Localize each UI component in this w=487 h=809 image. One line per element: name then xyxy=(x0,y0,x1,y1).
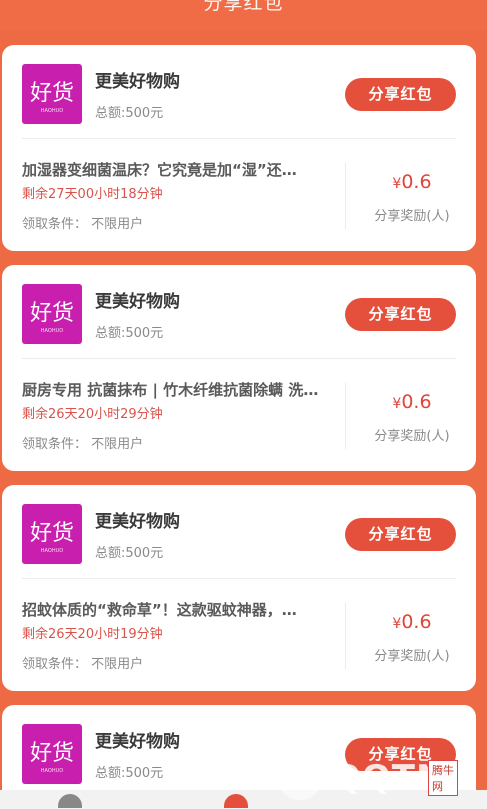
divider xyxy=(22,138,456,139)
time-remaining: 剩余27天00小时18分钟 xyxy=(22,187,163,202)
shop-name: 更美好物购 xyxy=(95,292,180,312)
currency-symbol: ¥ xyxy=(392,176,402,192)
reward-value: 0.6 xyxy=(401,611,432,633)
watermark-logo-icon xyxy=(278,756,322,800)
time-remaining: 剩余26天20小时19分钟 xyxy=(22,627,163,642)
reward-amount: ¥0.6 xyxy=(347,611,477,633)
reward-label: 分享奖励(人) xyxy=(374,209,450,224)
shop-name: 更美好物购 xyxy=(95,72,180,92)
total-amount: 总额:500元 xyxy=(95,326,164,341)
red-packet-card[interactable]: 好货 HAOHUO 更美好物购 总额:500元 分享红包 加湿器变细菌温床？它究… xyxy=(2,45,476,251)
claim-condition: 领取条件： 不限用户 xyxy=(22,437,144,452)
logo-subtext: HAOHUO xyxy=(41,548,63,554)
total-amount: 总额:500元 xyxy=(95,766,164,781)
shop-name: 更美好物购 xyxy=(95,512,180,532)
logo-text: 好货 xyxy=(30,301,74,326)
shop-logo: 好货 HAOHUO xyxy=(22,64,82,124)
reward-label: 分享奖励(人) xyxy=(374,649,450,664)
header-bar: 分享红包 xyxy=(0,0,487,30)
logo-text: 好货 xyxy=(30,741,74,766)
currency-symbol: ¥ xyxy=(392,616,402,632)
claim-condition: 领取条件： 不限用户 xyxy=(22,657,144,672)
claim-condition: 领取条件： 不限用户 xyxy=(22,217,144,232)
divider xyxy=(22,578,456,579)
watermark-badge: 腾牛网 xyxy=(428,760,458,796)
currency-symbol: ¥ xyxy=(392,396,402,412)
vertical-divider xyxy=(345,163,346,229)
time-remaining: 剩余26天20小时29分钟 xyxy=(22,407,163,422)
total-amount: 总额:500元 xyxy=(95,106,164,121)
shop-logo: 好货 HAOHUO xyxy=(22,724,82,784)
reward-amount: ¥0.6 xyxy=(347,391,477,413)
vertical-divider xyxy=(345,603,346,669)
article-title[interactable]: 加湿器变细菌温床？它究竟是加“湿”还… xyxy=(22,159,340,180)
shop-name: 更美好物购 xyxy=(95,732,180,752)
tab-icon-redpacket[interactable] xyxy=(224,794,248,808)
logo-subtext: HAOHUO xyxy=(41,768,63,774)
share-red-packet-button[interactable]: 分享红包 xyxy=(345,298,456,331)
logo-text: 好货 xyxy=(30,81,74,106)
share-red-packet-button[interactable]: 分享红包 xyxy=(345,78,456,111)
vertical-divider xyxy=(345,383,346,449)
logo-text: 好货 xyxy=(30,521,74,546)
shop-logo: 好货 HAOHUO xyxy=(22,284,82,344)
tab-icon-home[interactable] xyxy=(58,794,82,808)
reward-value: 0.6 xyxy=(401,171,432,193)
logo-subtext: HAOHUO xyxy=(41,108,63,114)
article-title[interactable]: 厨房专用 抗菌抹布 | 竹木纤维抗菌除螨 洗… xyxy=(22,379,340,400)
shop-logo: 好货 HAOHUO xyxy=(22,504,82,564)
logo-subtext: HAOHUO xyxy=(41,328,63,334)
divider xyxy=(22,358,456,359)
red-packet-card[interactable]: 好货 HAOHUO 更美好物购 总额:500元 分享红包 招蚊体质的“救命草”！… xyxy=(2,485,476,691)
page-title: 分享红包 xyxy=(203,0,284,14)
reward-label: 分享奖励(人) xyxy=(374,429,450,444)
reward-value: 0.6 xyxy=(401,391,432,413)
article-title[interactable]: 招蚊体质的“救命草”！这款驱蚊神器，… xyxy=(22,599,340,620)
total-amount: 总额:500元 xyxy=(95,546,164,561)
reward-amount: ¥0.6 xyxy=(347,171,477,193)
site-watermark: QQTN 腾牛网 xyxy=(278,748,458,803)
share-red-packet-button[interactable]: 分享红包 xyxy=(345,518,456,551)
red-packet-card[interactable]: 好货 HAOHUO 更美好物购 总额:500元 分享红包 厨房专用 抗菌抹布 |… xyxy=(2,265,476,471)
